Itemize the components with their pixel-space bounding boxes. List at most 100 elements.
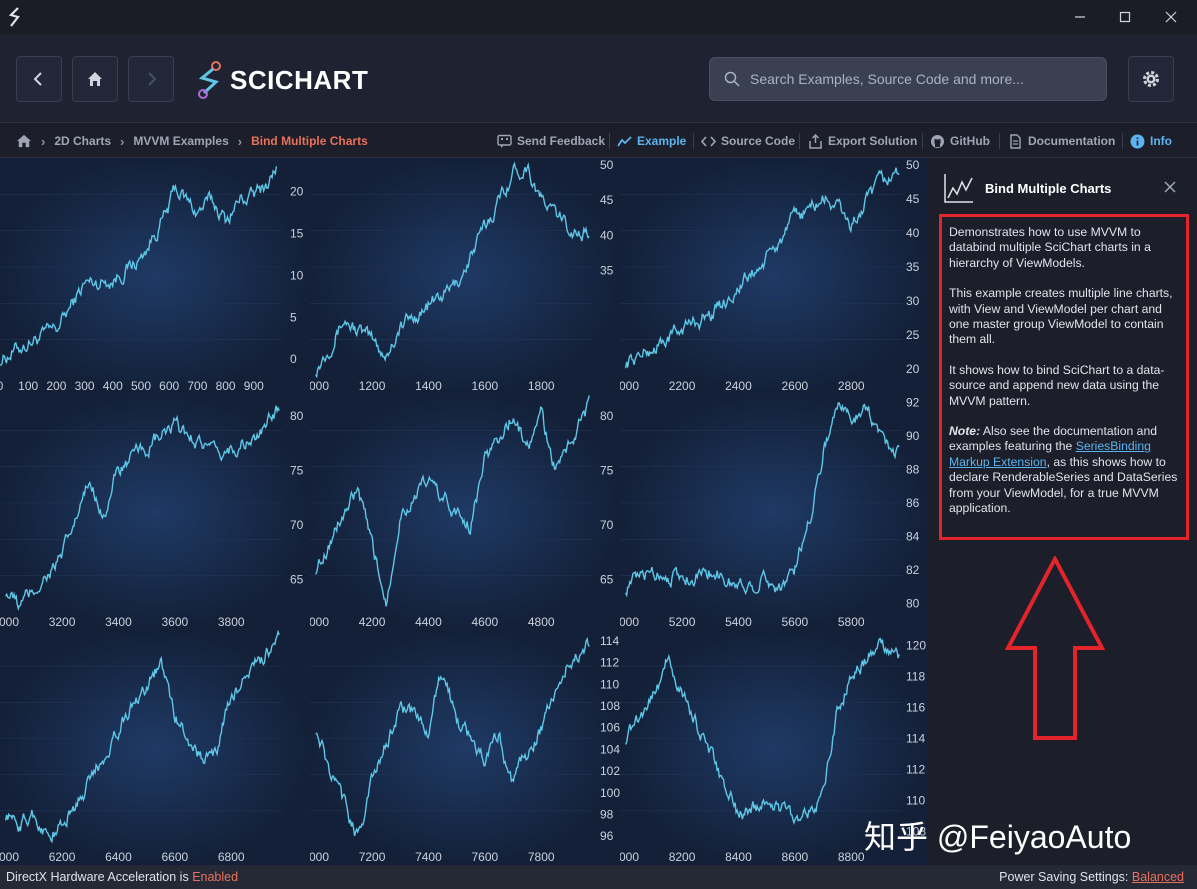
y-tick-label: 96 bbox=[600, 829, 614, 843]
example-tab[interactable]: Example bbox=[617, 123, 686, 159]
y-tick-label: 75 bbox=[600, 463, 614, 477]
x-tick-label: 8600 bbox=[781, 850, 808, 864]
x-tick-label: 7800 bbox=[528, 850, 555, 864]
info-tab[interactable]: Info bbox=[1130, 123, 1172, 159]
x-tick-label: 4400 bbox=[415, 615, 442, 629]
chart-svg: 6000 6200 6400 6600 6800 bbox=[0, 630, 310, 865]
x-tick-label: 3800 bbox=[218, 615, 245, 629]
y-tick-label: 35 bbox=[906, 260, 920, 274]
source-code-tab[interactable]: Source Code bbox=[701, 123, 795, 159]
y-tick-label: 45 bbox=[600, 193, 614, 207]
y-tick-label: 50 bbox=[906, 158, 920, 172]
breadcrumb-separator: › bbox=[237, 133, 243, 149]
close-icon bbox=[1165, 11, 1177, 23]
maximize-icon bbox=[1119, 11, 1131, 23]
toolbar-divider bbox=[999, 133, 1000, 149]
breadcrumb-separator: › bbox=[120, 133, 125, 149]
home-icon[interactable] bbox=[16, 134, 32, 148]
chart-background bbox=[0, 394, 310, 630]
info-icon bbox=[1130, 134, 1145, 148]
breadcrumb-item-mvvm-examples[interactable]: MVVM Examples bbox=[133, 134, 228, 148]
scichart-logo: SCICHART bbox=[196, 60, 368, 100]
line-chart[interactable]: 96 98 100 102 104 106 108 110 112 114 7000 7200 7400… bbox=[310, 630, 620, 865]
toolbar-divider bbox=[1122, 133, 1123, 149]
chart-line-icon bbox=[617, 135, 632, 146]
chart-svg: 35 40 45 50 1000 1200 1400 1600 1800 bbox=[310, 158, 620, 394]
toolbar-divider bbox=[922, 133, 923, 149]
line-chart[interactable]: 35 40 45 50 1000 1200 1400 1600 1800 bbox=[310, 158, 620, 394]
breadcrumb-item-2d-charts[interactable]: 2D Charts bbox=[54, 134, 111, 148]
line-chart[interactable]: 051015200100200300400500600700800900 bbox=[0, 158, 310, 394]
feedback-icon bbox=[497, 134, 512, 148]
close-window-button[interactable] bbox=[1148, 0, 1194, 34]
line-chart[interactable]: 20 25 30 35 40 45 50 2000 2200 2400 2600 2800 bbox=[620, 158, 927, 394]
x-tick-label: 4600 bbox=[471, 615, 498, 629]
chart-background bbox=[310, 394, 620, 630]
x-tick-label: 600 bbox=[159, 379, 179, 393]
x-tick-label: 3000 bbox=[0, 615, 19, 629]
x-tick-label: 6000 bbox=[0, 850, 19, 864]
search-input[interactable] bbox=[750, 71, 1090, 87]
line-chart[interactable]: 65 70 75 80 3000 3200 3400 3600 3800 bbox=[0, 394, 310, 630]
breadcrumb-toolbar: › 2D Charts › MVVM Examples › Bind Multi… bbox=[0, 122, 1197, 158]
toolbar-divider bbox=[693, 133, 694, 149]
y-tick-label: 120 bbox=[906, 639, 926, 653]
toolbar-divider bbox=[799, 133, 800, 149]
minimize-button[interactable] bbox=[1057, 0, 1103, 34]
chart-svg: 80 82 84 86 88 90 92 5000 5200 5400 5600 5800 bbox=[620, 394, 927, 630]
watermark-text: 知乎 @FeiyaoAuto bbox=[864, 819, 1132, 855]
close-icon[interactable] bbox=[1161, 178, 1179, 196]
breadcrumb: › 2D Charts › MVVM Examples › Bind Multi… bbox=[16, 123, 368, 159]
toolbar-divider bbox=[609, 133, 610, 149]
info-paragraph: This example creates multiple line chart… bbox=[949, 286, 1173, 347]
home-button[interactable] bbox=[72, 56, 118, 102]
x-tick-label: 800 bbox=[216, 379, 236, 393]
hardware-acceleration-status: DirectX Hardware Acceleration is Enabled bbox=[6, 870, 238, 884]
x-tick-label: 5600 bbox=[781, 615, 808, 629]
x-tick-label: 4200 bbox=[359, 615, 386, 629]
y-tick-label: 15 bbox=[290, 226, 304, 240]
chart-svg: 65 70 75 80 4000 4200 4400 4600 4800 bbox=[310, 394, 620, 630]
x-tick-label: 1400 bbox=[415, 379, 442, 393]
power-saving-link[interactable]: Balanced bbox=[1132, 870, 1184, 884]
x-tick-label: 300 bbox=[75, 379, 95, 393]
x-tick-label: 8000 bbox=[620, 850, 639, 864]
y-tick-label: 118 bbox=[906, 670, 925, 684]
forward-button[interactable] bbox=[128, 56, 174, 102]
settings-button[interactable] bbox=[1128, 56, 1174, 102]
export-solution-button[interactable]: Export Solution bbox=[808, 123, 917, 159]
line-chart[interactable]: 65 70 75 80 4000 4200 4400 4600 4800 bbox=[310, 394, 620, 630]
x-tick-label: 1600 bbox=[471, 379, 498, 393]
y-tick-label: 114 bbox=[600, 634, 619, 648]
search-icon bbox=[724, 71, 740, 87]
documentation-button[interactable]: Documentation bbox=[1008, 123, 1115, 159]
x-tick-label: 2200 bbox=[669, 379, 696, 393]
y-tick-label: 80 bbox=[600, 409, 614, 423]
github-button[interactable]: GitHub bbox=[930, 123, 990, 159]
chart-background bbox=[310, 158, 620, 394]
send-feedback-button[interactable]: Send Feedback bbox=[497, 123, 605, 159]
y-tick-label: 45 bbox=[906, 192, 920, 206]
info-panel: Bind Multiple Charts Demonstrates how to… bbox=[927, 158, 1197, 865]
back-button[interactable] bbox=[16, 56, 62, 102]
x-tick-label: 7400 bbox=[415, 850, 442, 864]
line-chart[interactable]: 6000 6200 6400 6600 6800 bbox=[0, 630, 310, 865]
search-box[interactable] bbox=[709, 57, 1107, 101]
x-tick-label: 6200 bbox=[49, 850, 76, 864]
x-tick-label: 5800 bbox=[838, 615, 865, 629]
y-tick-label: 112 bbox=[600, 656, 619, 670]
status-right-label: Power Saving Settings: bbox=[999, 870, 1132, 884]
documentation-label: Documentation bbox=[1028, 134, 1116, 148]
line-chart[interactable]: 80 82 84 86 88 90 92 5000 5200 5400 5600 5800 bbox=[620, 394, 927, 630]
x-tick-label: 200 bbox=[46, 379, 66, 393]
x-tick-label: 3600 bbox=[161, 615, 188, 629]
info-note: Note: Also see the documentation and exa… bbox=[949, 424, 1179, 516]
y-tick-label: 70 bbox=[600, 518, 614, 532]
example-label: Example bbox=[637, 134, 687, 148]
breadcrumb-item-current: Bind Multiple Charts bbox=[251, 134, 368, 148]
maximize-button[interactable] bbox=[1102, 0, 1148, 34]
y-tick-label: 90 bbox=[906, 429, 920, 443]
y-tick-label: 0 bbox=[290, 352, 297, 366]
x-tick-label: 3400 bbox=[105, 615, 132, 629]
app-logo-icon bbox=[8, 7, 20, 27]
